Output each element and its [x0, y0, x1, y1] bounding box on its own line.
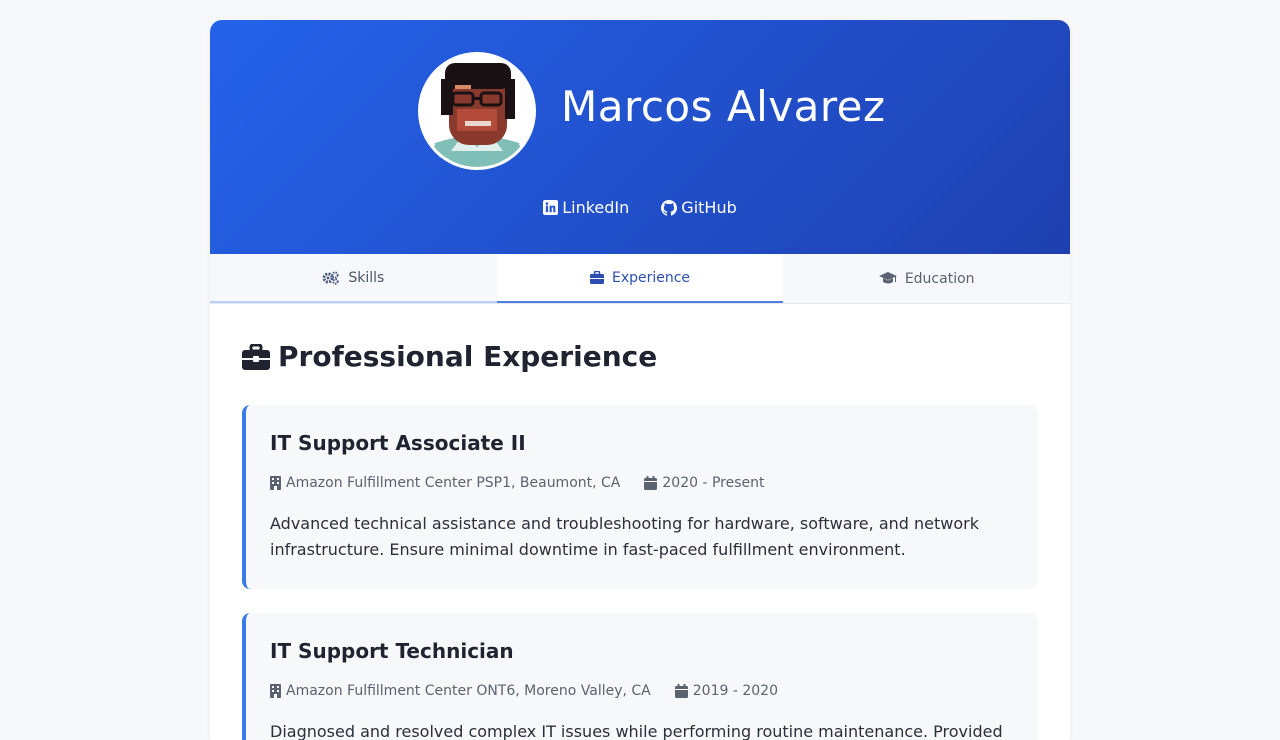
calendar-icon — [674, 684, 688, 698]
briefcase-icon — [242, 343, 270, 370]
job-title: IT Support Technician — [270, 639, 514, 663]
job-company: Amazon Fulfillment Center PSP1, Beaumont… — [270, 475, 620, 491]
linkedin-label: LinkedIn — [562, 198, 630, 217]
building-icon — [270, 476, 281, 490]
job-company-label: Amazon Fulfillment Center PSP1, Beaumont… — [286, 475, 621, 491]
job-dates-label: 2020 - Present — [662, 475, 765, 491]
job-description: Advanced technical assistance and troubl… — [270, 514, 979, 559]
tab-education[interactable]: Education — [783, 254, 1070, 303]
social-links: LinkedIn GitHub — [210, 198, 1070, 217]
avatar-portrait-image — [421, 55, 533, 167]
github-link[interactable]: GitHub — [661, 198, 737, 217]
tab-education-label: Education — [904, 270, 975, 287]
section-heading: Professional Experience — [242, 340, 1038, 373]
profile-card: Marcos Alvarez LinkedIn GitHub Skills Ex… — [210, 20, 1070, 740]
calendar-icon — [644, 476, 658, 490]
job-description: Diagnosed and resolved complex IT issues… — [270, 722, 1003, 740]
briefcase-icon — [589, 271, 604, 284]
linkedin-icon — [543, 200, 559, 215]
job-meta: Amazon Fulfillment Center PSP1, Beaumont… — [270, 475, 1014, 491]
job-meta: Amazon Fulfillment Center ONT6, Moreno V… — [270, 683, 1014, 699]
tab-experience[interactable]: Experience — [496, 254, 784, 303]
tab-skills-label: Skills — [348, 269, 385, 286]
linkedin-link[interactable]: LinkedIn — [543, 198, 629, 217]
tab-skills[interactable]: Skills — [210, 254, 497, 303]
github-icon — [661, 199, 678, 216]
cogs-icon — [322, 270, 340, 285]
github-label: GitHub — [681, 198, 737, 217]
job-company-label: Amazon Fulfillment Center ONT6, Moreno V… — [286, 683, 651, 699]
job-card: IT Support Technician Amazon Fulfillment… — [242, 613, 1038, 740]
job-title: IT Support Associate II — [270, 431, 526, 455]
job-card: IT Support Associate II Amazon Fulfillme… — [242, 405, 1038, 589]
tab-experience-label: Experience — [611, 269, 691, 286]
job-dates-label: 2019 - 2020 — [692, 683, 778, 699]
section-tabs: Skills Experience Education — [210, 254, 1070, 304]
building-icon — [270, 684, 281, 698]
job-company: Amazon Fulfillment Center ONT6, Moreno V… — [270, 683, 651, 699]
avatar — [418, 52, 536, 170]
job-dates: 2019 - 2020 — [674, 683, 778, 699]
profile-header: Marcos Alvarez LinkedIn GitHub — [210, 20, 1070, 254]
section-title: Professional Experience — [278, 340, 658, 373]
profile-name: Marcos Alvarez — [561, 82, 886, 131]
job-dates: 2020 - Present — [644, 475, 765, 491]
graduation-cap-icon — [878, 272, 897, 284]
experience-section: Professional Experience IT Support Assoc… — [210, 340, 1070, 740]
